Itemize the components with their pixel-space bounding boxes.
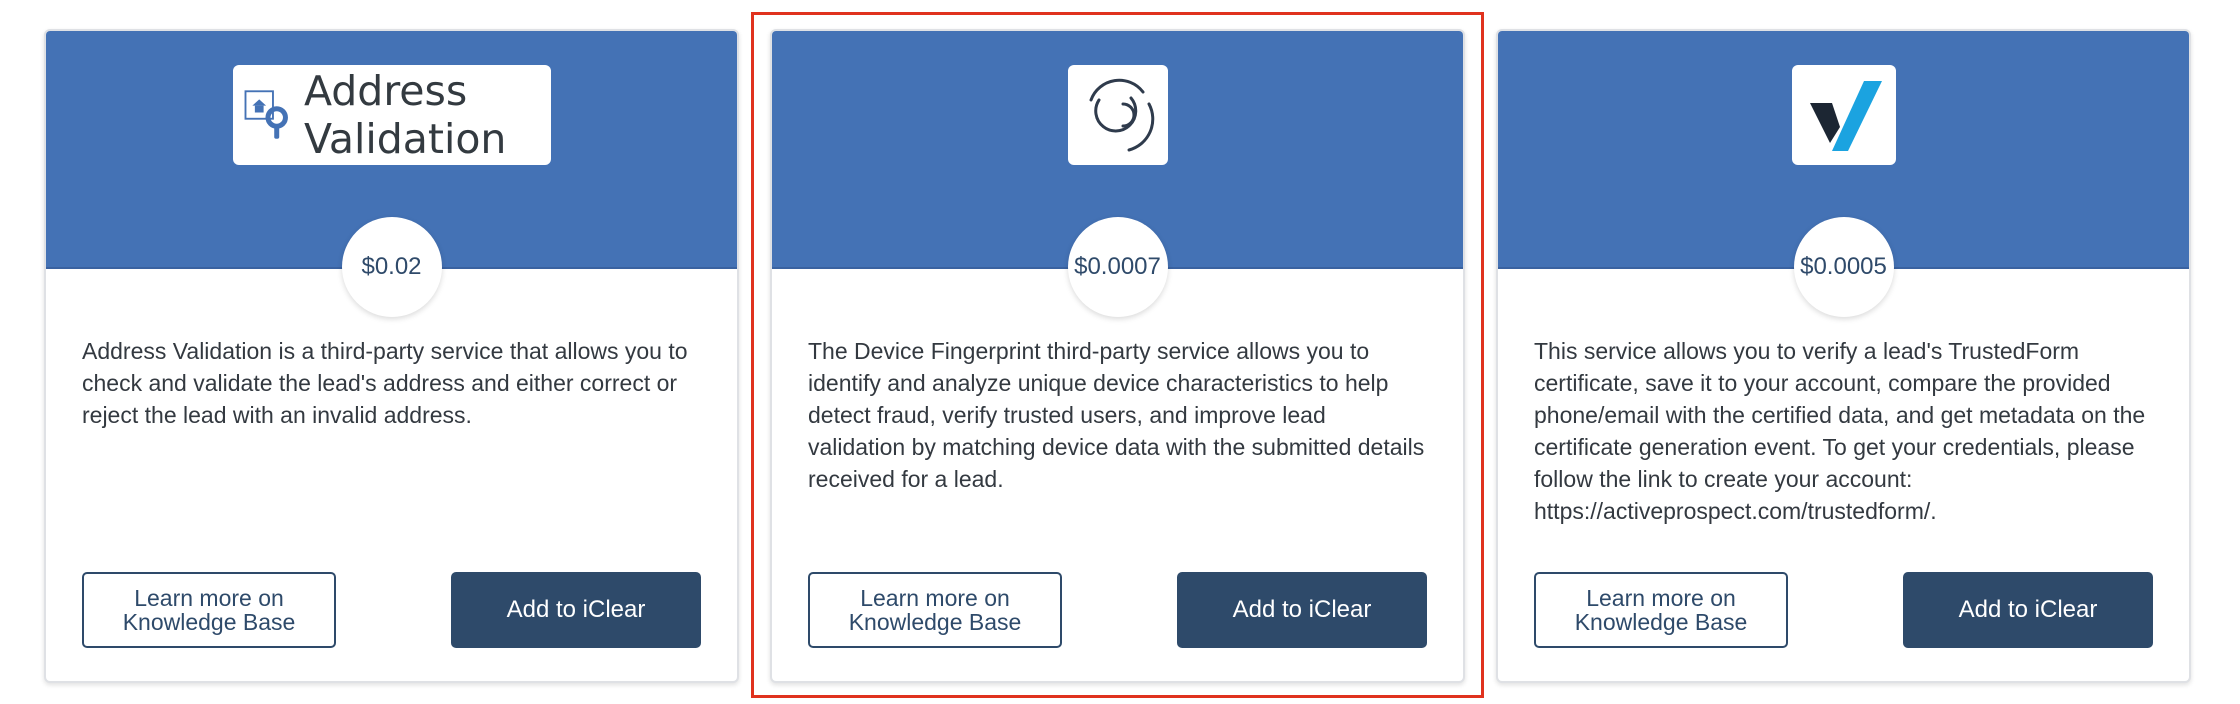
price-badge: $0.02 xyxy=(341,217,442,317)
service-description: The Device Fingerprint third-party servi… xyxy=(808,338,1425,492)
learn-more-button[interactable]: Learn more on Knowledge Base xyxy=(1534,572,1788,648)
address-validation-logo-text: Address Validation xyxy=(303,67,507,163)
service-description: Address Validation is a third-party serv… xyxy=(82,338,688,428)
price-badge: $0.0005 xyxy=(1793,217,1894,317)
address-validation-logo-icon xyxy=(244,90,288,139)
learn-more-button[interactable]: Learn more on Knowledge Base xyxy=(82,572,336,648)
service-description: This service allows you to verify a lead… xyxy=(1534,338,2146,524)
add-to-iclear-button[interactable]: Add to iClear xyxy=(1903,572,2153,648)
address-validation-logo: Address Validation xyxy=(232,65,551,165)
add-to-iclear-button[interactable]: Add to iClear xyxy=(1177,572,1427,648)
integration-cards-panel: Address Validation $0.02 Address Validat… xyxy=(0,0,2240,704)
device-fingerprint-logo-icon xyxy=(1089,78,1154,152)
card-address-validation: Address Validation $0.02 Address Validat… xyxy=(44,29,739,683)
trustedform-logo-icon xyxy=(1809,81,1882,151)
device-fingerprint-logo xyxy=(1067,65,1168,165)
add-to-iclear-button[interactable]: Add to iClear xyxy=(451,572,701,648)
learn-more-button[interactable]: Learn more on Knowledge Base xyxy=(808,572,1062,648)
trustedform-logo xyxy=(1791,65,1896,165)
price-badge: $0.0007 xyxy=(1067,217,1168,317)
card-device-fingerprint: $0.0007 The Device Fingerprint third-par… xyxy=(770,29,1465,683)
card-trustedform: $0.0005 This service allows you to verif… xyxy=(1496,29,2191,683)
